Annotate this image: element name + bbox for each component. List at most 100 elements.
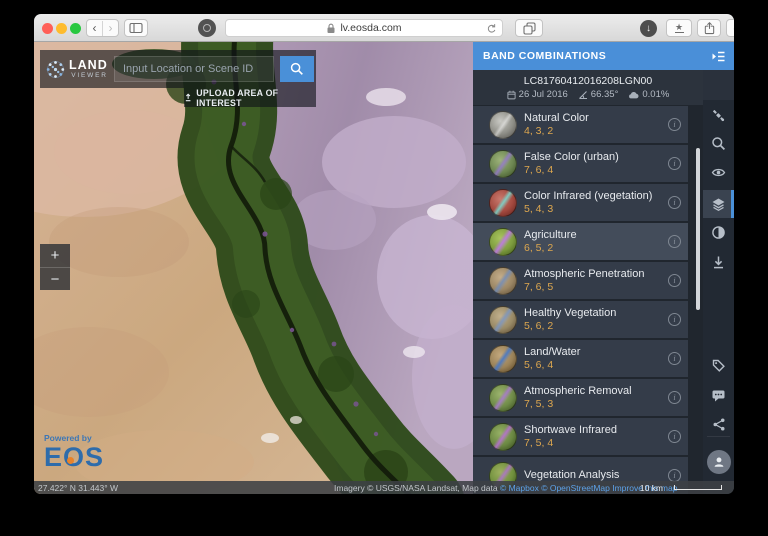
info-icon[interactable]: i	[668, 118, 681, 131]
share-icon	[712, 417, 726, 432]
contrast-tool-button[interactable]	[703, 218, 734, 246]
upload-area-of-interest-button[interactable]: UPLOAD AREA OF INTEREST	[184, 88, 316, 107]
location-search-input[interactable]	[114, 56, 274, 82]
logo-land: LAND	[69, 59, 108, 72]
status-bar: 27.422° N 31.443° W Imagery © USGS/NASA …	[34, 481, 734, 494]
scene-info-bar: LC81760412016208LGN00 26 Jul 2016	[473, 70, 703, 105]
account-button[interactable]	[703, 446, 734, 478]
download-badge-button[interactable]: ↓	[640, 20, 657, 37]
cloud-icon	[628, 91, 639, 99]
info-icon[interactable]: i	[668, 157, 681, 170]
tab-overview-button[interactable]	[515, 19, 543, 37]
band-item-color-infrared[interactable]: Color Infrared (vegetation)5, 4, 3 i	[473, 184, 688, 221]
share-tool-button[interactable]	[703, 410, 734, 438]
eos-logo[interactable]: Powered by EOS	[44, 434, 104, 471]
list-scrollbar[interactable]	[696, 148, 700, 310]
address-bar[interactable]: lv.eosda.com	[225, 19, 503, 37]
info-icon[interactable]: i	[668, 196, 681, 209]
scene-cloudiness: 0.01%	[628, 89, 669, 100]
layers-icon	[711, 197, 726, 212]
zoom-out-button[interactable]: −	[40, 267, 70, 290]
info-icon[interactable]: i	[668, 274, 681, 287]
search-icon	[290, 62, 304, 76]
search-tool-button[interactable]	[703, 129, 734, 157]
lock-icon	[326, 23, 336, 34]
right-toolbar	[703, 42, 734, 494]
sun-angle-icon	[578, 90, 588, 100]
download-icon	[711, 255, 726, 270]
map-attribution: Imagery © USGS/NASA Landsat, Map data © …	[334, 483, 677, 493]
band-item-natural-color[interactable]: Natural Color4, 3, 2 i	[473, 106, 688, 143]
landviewer-globe-icon	[46, 60, 65, 79]
zoom-window-button[interactable]	[70, 23, 81, 34]
upload-icon	[184, 93, 192, 102]
sidebar-icon	[129, 22, 143, 34]
panel-header: BAND COMBINATIONS	[473, 42, 703, 70]
browser-window: ‹ › lv.eosda.com	[34, 14, 734, 494]
bookmarks-button[interactable]: ★	[666, 19, 692, 37]
band-combinations-panel: BAND COMBINATIONS LC81760412016208LGN00 …	[473, 42, 703, 494]
user-icon	[712, 455, 726, 469]
info-icon[interactable]: i	[668, 352, 681, 365]
tag-icon	[711, 358, 726, 373]
band-item-shortwave-infrared[interactable]: Shortwave Infrared7, 5, 4 i	[473, 418, 688, 455]
band-item-land-water[interactable]: Land/Water5, 6, 4 i	[473, 340, 688, 377]
band-item-agriculture[interactable]: Agriculture6, 5, 2 i	[473, 223, 688, 260]
map-zoom-control: + −	[40, 244, 70, 290]
band-thumbnail	[489, 150, 517, 178]
share-box-icon	[703, 21, 716, 35]
info-icon[interactable]: i	[668, 313, 681, 326]
band-thumbnail	[489, 228, 517, 256]
minimize-window-button[interactable]	[56, 23, 67, 34]
toolbar-spacer	[703, 70, 734, 100]
info-icon[interactable]: i	[668, 430, 681, 443]
plus-icon: +	[733, 21, 734, 36]
back-button[interactable]: ‹	[87, 21, 103, 36]
info-icon[interactable]: i	[668, 235, 681, 248]
eye-icon	[711, 167, 726, 178]
logo-viewer: VIEWER	[71, 73, 107, 80]
history-nav: ‹ ›	[86, 19, 119, 37]
feedback-tool-button[interactable]	[703, 381, 734, 409]
scene-meta: 26 Jul 2016 66.35° 0.01%	[507, 89, 670, 100]
view-tool-button[interactable]	[703, 158, 734, 186]
collapse-panel-button[interactable]	[703, 42, 734, 70]
extension-icon	[203, 24, 211, 32]
band-item-atmospheric-penetration[interactable]: Atmospheric Penetration7, 6, 5 i	[473, 262, 688, 299]
reload-icon	[486, 23, 497, 34]
share-page-button[interactable]	[697, 19, 721, 37]
openstreetmap-link[interactable]: © OpenStreetMap	[541, 483, 610, 493]
zoom-in-button[interactable]: +	[40, 244, 70, 267]
landviewer-logo: LAND VIEWER	[46, 59, 108, 80]
pricing-tool-button[interactable]	[703, 351, 734, 379]
scene-id: LC81760412016208LGN00	[524, 75, 652, 87]
sidebar-button[interactable]	[124, 19, 148, 37]
mapbox-link[interactable]: © Mapbox	[500, 483, 539, 493]
band-item-false-color-urban[interactable]: False Color (urban)7, 6, 4 i	[473, 145, 688, 182]
band-combination-list: Natural Color4, 3, 2 i False Color (urba…	[473, 105, 703, 494]
url-text: lv.eosda.com	[340, 22, 401, 34]
scale-bar	[674, 485, 722, 490]
upload-label: UPLOAD AREA OF INTEREST	[196, 88, 316, 108]
band-thumbnail	[489, 423, 517, 451]
overlapping-pages-icon	[523, 22, 536, 35]
search-button[interactable]	[280, 56, 314, 82]
band-thumbnail	[489, 267, 517, 295]
band-item-atmospheric-removal[interactable]: Atmospheric Removal7, 5, 3 i	[473, 379, 688, 416]
band-combinations-tool-button[interactable]	[703, 190, 734, 218]
eos-wordmark: EOS	[44, 444, 104, 471]
new-tab-button[interactable]: +	[726, 19, 734, 37]
close-window-button[interactable]	[42, 23, 53, 34]
band-thumbnail	[489, 384, 517, 412]
map-canvas[interactable]: LAND VIEWER	[34, 42, 473, 494]
scene-search-tool-button[interactable]	[703, 101, 734, 129]
info-icon[interactable]: i	[668, 391, 681, 404]
chat-icon	[711, 388, 726, 403]
search-icon	[711, 136, 726, 151]
extension-button[interactable]	[198, 19, 216, 37]
reload-button[interactable]	[486, 23, 497, 34]
forward-button[interactable]: ›	[103, 21, 118, 36]
band-thumbnail	[489, 306, 517, 334]
band-item-healthy-vegetation[interactable]: Healthy Vegetation5, 6, 2 i	[473, 301, 688, 338]
download-tool-button[interactable]	[703, 248, 734, 276]
